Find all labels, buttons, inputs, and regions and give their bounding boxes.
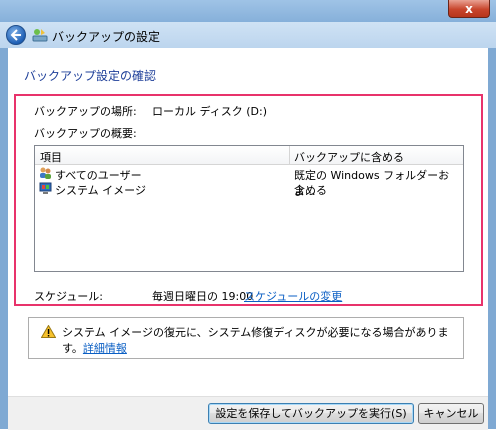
backup-icon xyxy=(32,29,48,42)
row-item-label: システム イメージ xyxy=(55,184,146,197)
backup-location-label: バックアップの場所: xyxy=(34,105,137,118)
navigation-bar: バックアップの設定 xyxy=(0,22,496,48)
close-button[interactable]: x xyxy=(448,0,490,18)
list-item[interactable]: システム イメージ 含める xyxy=(35,181,463,197)
backup-items-list[interactable]: 項目 バックアップに含める すべてのユーザー 既定の Windows フォルダー… xyxy=(34,145,464,272)
list-item[interactable]: すべてのユーザー 既定の Windows フォルダーおよ... xyxy=(35,166,463,198)
title-bar[interactable]: x xyxy=(0,0,496,22)
back-arrow-icon xyxy=(10,29,21,41)
users-icon xyxy=(40,167,51,179)
info-message: システム イメージの復元に、システム修復ディスクが必要になる場合があります。詳細… xyxy=(62,324,463,356)
column-divider[interactable] xyxy=(289,146,290,164)
back-button[interactable] xyxy=(6,25,26,45)
more-info-link[interactable]: 詳細情報 xyxy=(83,342,127,355)
warning-icon xyxy=(41,325,56,338)
page-title: バックアップ設定の確認 xyxy=(24,69,157,83)
cancel-button[interactable]: キャンセル xyxy=(418,403,484,424)
schedule-value: 毎週日曜日の 19:00 xyxy=(152,290,254,303)
change-schedule-link[interactable]: スケジュールの変更 xyxy=(244,288,342,304)
row-include-value: 含める xyxy=(294,184,327,197)
list-header: 項目 バックアップに含める xyxy=(35,146,463,165)
info-box: システム イメージの復元に、システム修復ディスクが必要になる場合があります。詳細… xyxy=(28,317,464,359)
window-title: バックアップの設定 xyxy=(52,30,161,44)
column-header-include[interactable]: バックアップに含める xyxy=(294,149,404,165)
schedule-label: スケジュール: xyxy=(34,290,103,303)
save-and-run-backup-button[interactable]: 設定を保存してバックアップを実行(S) xyxy=(208,403,414,424)
system-image-icon xyxy=(39,182,52,194)
backup-location-value: ローカル ディスク (D:) xyxy=(152,105,267,118)
column-header-item[interactable]: 項目 xyxy=(40,149,62,165)
backup-overview-label: バックアップの概要: xyxy=(34,127,137,140)
